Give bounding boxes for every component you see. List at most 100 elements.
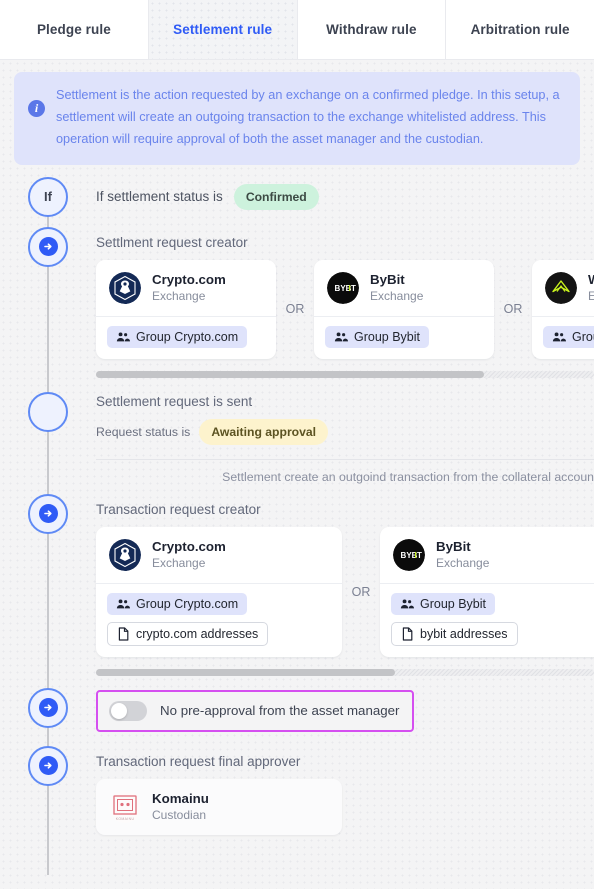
card-name: ByBit [370,271,405,287]
card-body: Group Crypto.com crypto.com addresses [96,584,342,657]
node-settlement-creator[interactable] [28,226,68,267]
info-banner-text: Settlement is the action requested by an… [56,88,560,146]
group-chip[interactable]: Group Bybit [325,325,430,348]
tab-label: Withdraw rule [326,22,417,37]
bybit-logo: BYB I T [327,271,359,304]
group-chip-label: Group Bybit [354,329,421,344]
exchange-card-wintermute[interactable]: Wi Exc Group [532,259,594,359]
transaction-creator-scrollbar[interactable] [96,668,594,676]
card-identity: Komainu Custodian [152,790,209,824]
card-header: BYB I T ByBit Exchange [380,527,594,584]
group-chip[interactable]: Group [543,325,594,348]
address-chip[interactable]: bybit addresses [391,621,518,646]
bybit-logo: BYB I T [393,538,425,571]
card-identity: Wi Exc [588,271,594,305]
settlement-rule-page: Pledge rule Settlement rule Withdraw rul… [0,0,594,889]
timeline-row-final-approver: Transaction request final approver KOMAI… [0,745,594,835]
group-icon [400,599,414,609]
final-approver-card[interactable]: KOMAINU Komainu Custodian [96,778,342,835]
arrow-right-icon [38,756,58,776]
settlement-creator-content: Settlment request creator Crypto.com Exc… [96,227,594,378]
card-type: Exchange [436,555,490,570]
transaction-creator-title: Transaction request creator [96,501,261,517]
node-slot [0,391,96,432]
node-slot [0,493,96,534]
settlement-creator-title: Settlment request creator [96,234,248,250]
condition-line: If settlement status is Confirmed [96,177,594,217]
timeline-row-transaction-creator: Transaction request creator Crypto.com E… [0,493,594,676]
group-icon [116,599,130,609]
request-status-line: Request status is Awaiting approval [96,418,594,445]
card-name: Wi [588,271,594,288]
card-header: BYB I T ByBit Exchange [314,260,494,317]
card-name: ByBit [436,538,471,554]
timeline-row-condition: If If settlement status is Confirmed [0,176,594,217]
tab-settlement-rule[interactable]: Settlement rule [148,0,298,59]
node-request-sent[interactable] [28,391,68,432]
request-status-label: Request status is [96,424,191,439]
node-slot [0,687,96,728]
card-identity: Crypto.com Exchange [152,538,226,572]
exchange-card-bybit[interactable]: BYB I T ByBit Exchange Group Bybit [314,259,494,359]
pre-approval-toggle[interactable] [109,700,147,721]
tab-pledge-rule[interactable]: Pledge rule [0,0,149,59]
group-chip-label: Group Crypto.com [136,596,239,611]
group-chip-label: Group [572,329,594,344]
card-header: Wi Exc [532,260,594,317]
card-identity: Crypto.com Exchange [152,271,226,305]
tab-withdraw-rule[interactable]: Withdraw rule [298,0,447,59]
node-final-approver[interactable] [28,745,68,786]
card-type: Exchange [370,288,424,303]
final-approver-title: Transaction request final approver [96,753,301,769]
group-chip[interactable]: Group Bybit [391,592,496,615]
status-badge-confirmed[interactable]: Confirmed [233,183,319,210]
outgoing-note: Settlement create an outgoind transactio… [222,469,594,484]
pre-approval-toggle-box[interactable]: No pre-approval from the asset manager [96,689,415,732]
transaction-card-crypto-com[interactable]: Crypto.com Exchange Group Crypto.com cry… [96,526,342,657]
scrollbar-thumb[interactable] [96,668,395,676]
node-transaction-creator[interactable] [28,493,68,534]
komainu-logo: KOMAINU [109,790,141,823]
svg-text:T: T [351,284,356,293]
arrow-right-icon [38,504,58,524]
tab-arbitration-rule[interactable]: Arbitration rule [446,0,594,59]
card-header: Crypto.com Exchange [96,260,276,317]
transaction-card-bybit[interactable]: BYB I T ByBit Exchange Group Bybit bybit… [380,526,594,657]
group-chip[interactable]: Group Crypto.com [107,325,248,348]
request-sent-title: Settlement request is sent [96,393,253,409]
rule-tabs: Pledge rule Settlement rule Withdraw rul… [0,0,594,60]
crypto-com-logo [109,538,141,571]
group-chip-label: Group Bybit [420,596,487,611]
or-separator: OR [503,302,523,317]
or-separator: OR [351,584,371,599]
crypto-com-logo [109,271,141,304]
final-approver-content: Transaction request final approver KOMAI… [96,746,594,835]
tab-label: Settlement rule [173,22,273,37]
toggle-knob [111,702,127,719]
card-header: KOMAINU Komainu Custodian [96,779,342,835]
card-type: Custodian [152,807,207,822]
node-if[interactable]: If [28,176,68,217]
card-body: Group Bybit bybit addresses [380,584,594,657]
pre-approval-content: No pre-approval from the asset manager [96,688,594,732]
card-type: Exc [588,288,594,303]
card-identity: ByBit Exchange [436,538,489,572]
scrollbar-thumb[interactable] [96,370,485,378]
rule-timeline: If If settlement status is Confirmed Set… [0,176,594,875]
status-badge-awaiting[interactable]: Awaiting approval [199,418,329,445]
card-header: Crypto.com Exchange [96,527,342,584]
wintermute-logo [545,271,577,304]
address-chip[interactable]: crypto.com addresses [107,621,269,646]
settlement-creator-scrollbar[interactable] [96,370,594,378]
node-pre-approval[interactable] [28,687,68,728]
card-identity: ByBit Exchange [370,271,423,305]
card-name: Komainu [152,790,209,806]
node-slot [0,745,96,786]
condition-content: If settlement status is Confirmed [96,177,594,217]
group-icon [334,332,348,341]
exchange-card-crypto-com[interactable]: Crypto.com Exchange Group Crypto.com [96,259,276,359]
svg-text:T: T [417,551,422,560]
group-chip[interactable]: Group Crypto.com [107,592,248,615]
card-body: Group Bybit [314,317,494,359]
arrow-right-icon [38,237,58,257]
